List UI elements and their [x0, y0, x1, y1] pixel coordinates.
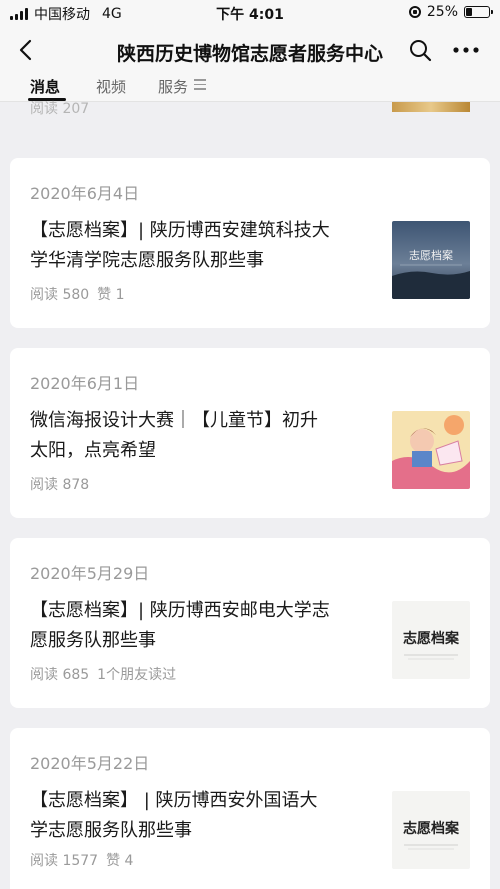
article-thumbnail[interactable]: 志愿档案: [392, 791, 470, 869]
article-meta: 阅读 878: [30, 474, 89, 494]
thumbnail-text: 志愿档案: [403, 820, 460, 837]
article-meta: 阅读 1577 赞 4: [30, 850, 133, 870]
status-bar: 中国移动 4G 下午 4:01 25%: [0, 0, 500, 26]
like-count: 赞 4: [106, 853, 134, 869]
friend-read-label: 1个朋友读过: [97, 667, 177, 683]
like-count: 赞 1: [97, 287, 125, 303]
search-icon[interactable]: [408, 38, 432, 62]
partial-read-count: 阅读 207: [30, 101, 90, 117]
menu-icon: [194, 79, 206, 93]
article-date: 2020年5月29日: [30, 564, 150, 583]
status-right: 25%: [408, 4, 493, 20]
thumbnail-text: 志愿档案: [409, 248, 453, 262]
more-dots-icon[interactable]: [452, 38, 480, 62]
article-title-line1: 【志愿档案】 | 陕历博西安外国语大: [30, 790, 318, 811]
article-title[interactable]: 【志愿档案】| 陕历博西安邮电大学志 愿服务队那些事: [30, 596, 380, 656]
battery-percent: 25%: [426, 4, 458, 20]
article-title-line1: 【志愿档案】| 陕历博西安邮电大学志: [30, 600, 330, 621]
article-title-line1: 【志愿档案】| 陕历博西安建筑科技大: [30, 220, 330, 241]
tab-messages[interactable]: 消息: [30, 76, 60, 97]
article-date: 2020年5月22日: [30, 754, 150, 773]
rotation-lock-icon: [408, 6, 421, 18]
article-card[interactable]: 2020年5月29日 【志愿档案】| 陕历博西安邮电大学志 愿服务队那些事 阅读…: [10, 538, 490, 708]
article-title-line1: 微信海报设计大赛｜【儿童节】初升: [30, 410, 318, 431]
article-title[interactable]: 【志愿档案】 | 陕历博西安外国语大 学志愿服务队那些事: [30, 786, 380, 846]
partial-thumbnail: [392, 102, 470, 112]
article-thumbnail[interactable]: [392, 411, 470, 489]
article-thumbnail[interactable]: 志愿档案: [392, 601, 470, 679]
read-count: 阅读 580: [30, 287, 90, 303]
article-date: 2020年6月1日: [30, 374, 140, 393]
article-card[interactable]: 2020年6月1日 微信海报设计大赛｜【儿童节】初升 太阳，点亮希望 阅读 87…: [10, 348, 490, 518]
read-count: 阅读 1577: [30, 853, 99, 869]
tab-services[interactable]: 服务: [158, 76, 188, 97]
tab-videos[interactable]: 视频: [96, 76, 126, 97]
battery-icon: [464, 6, 493, 18]
read-count: 阅读 878: [30, 477, 90, 493]
read-count: 阅读 685: [30, 667, 90, 683]
article-title-line2: 太阳，点亮希望: [30, 440, 156, 461]
article-title-line2: 愿服务队那些事: [30, 630, 156, 651]
article-title-line2: 学华清学院志愿服务队那些事: [30, 250, 264, 271]
article-date: 2020年6月4日: [30, 184, 140, 203]
battery-fill: [466, 8, 472, 16]
article-thumbnail[interactable]: 志愿档案: [392, 221, 470, 299]
article-title-line2: 学志愿服务队那些事: [30, 820, 192, 841]
article-title[interactable]: 【志愿档案】| 陕历博西安建筑科技大 学华清学院志愿服务队那些事: [30, 216, 380, 276]
article-title[interactable]: 微信海报设计大赛｜【儿童节】初升 太阳，点亮希望: [30, 406, 380, 466]
article-card[interactable]: 2020年5月22日 【志愿档案】 | 陕历博西安外国语大 学志愿服务队那些事 …: [10, 728, 490, 889]
article-card[interactable]: 2020年6月4日 【志愿档案】| 陕历博西安建筑科技大 学华清学院志愿服务队那…: [10, 158, 490, 328]
nav-bar: 陕西历史博物馆志愿者服务中心: [0, 26, 500, 76]
article-meta: 阅读 580 赞 1: [30, 284, 125, 304]
thumbnail-text: 志愿档案: [403, 630, 460, 647]
article-meta: 阅读 685 1个朋友读过: [30, 664, 176, 684]
